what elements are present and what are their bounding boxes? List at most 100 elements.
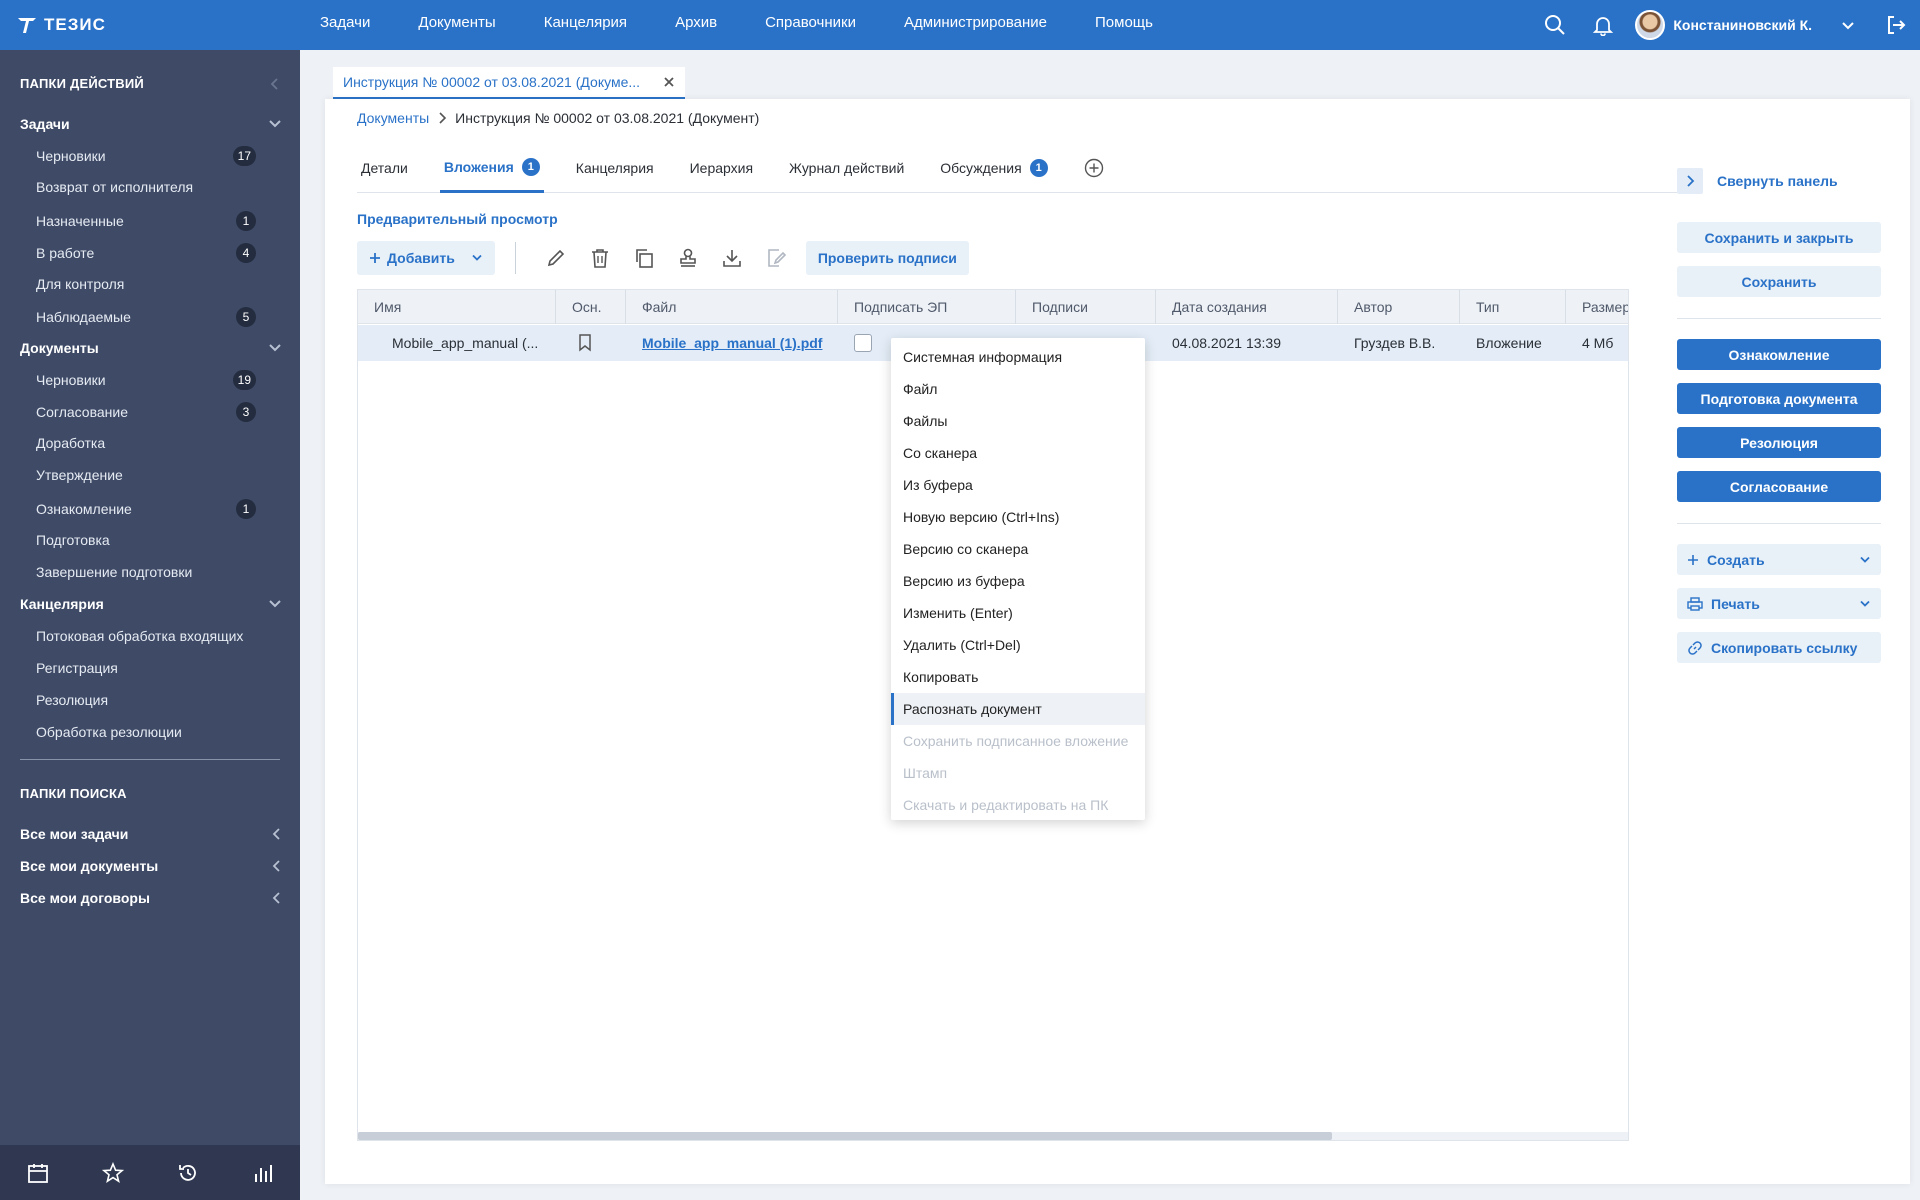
delete-icon[interactable] <box>578 241 622 275</box>
column-header-file[interactable]: Файл <box>626 290 838 324</box>
chevron-down-icon[interactable] <box>1824 0 1872 50</box>
logo[interactable]: ТЕЗИС <box>0 14 300 36</box>
check-signatures-button[interactable]: Проверить подписи <box>805 241 969 275</box>
column-header-name[interactable]: Имя <box>358 290 556 324</box>
history-icon[interactable] <box>177 1162 199 1184</box>
topnav-tasks[interactable]: Задачи <box>300 0 394 50</box>
horizontal-scrollbar[interactable] <box>358 1132 1628 1140</box>
print-dropdown[interactable]: Печать <box>1677 588 1881 619</box>
prepare-document-button[interactable]: Подготовка документа <box>1677 383 1881 414</box>
checkbox[interactable] <box>854 334 872 352</box>
logout-icon[interactable] <box>1872 0 1920 50</box>
search-icon[interactable] <box>1531 0 1579 50</box>
tab-attachments[interactable]: Вложения 1 <box>439 143 544 193</box>
column-header-main[interactable]: Осн. <box>556 290 626 324</box>
sidebar-item-revision[interactable]: Доработка <box>36 435 256 451</box>
menu-item-system-info[interactable]: Системная информация <box>891 341 1145 373</box>
reports-icon[interactable] <box>252 1162 274 1184</box>
topnav-help[interactable]: Помощь <box>1071 0 1177 50</box>
save-button[interactable]: Сохранить <box>1677 266 1881 297</box>
edit-icon[interactable] <box>534 241 578 275</box>
bookmark-icon[interactable] <box>556 325 626 361</box>
edit-document-icon[interactable] <box>754 241 798 275</box>
tab-action-log[interactable]: Журнал действий <box>785 143 908 193</box>
collapse-panel-button[interactable]: Свернуть панель <box>1677 168 1838 194</box>
sidebar-item-returned[interactable]: Возврат от исполнителя <box>36 179 256 195</box>
close-icon[interactable] <box>663 76 675 88</box>
familiarization-button[interactable]: Ознакомление <box>1677 339 1881 370</box>
sidebar-item-registration[interactable]: Регистрация <box>36 660 256 676</box>
menu-item-files[interactable]: Файлы <box>891 405 1145 437</box>
sidebar-item-finish-preparation[interactable]: Завершение подготовки <box>36 564 256 580</box>
user-name[interactable]: Констаниновский К. <box>1673 17 1812 33</box>
tab-details[interactable]: Детали <box>357 143 412 193</box>
sidebar-search-my-tasks[interactable]: Все мои задачи <box>20 826 282 842</box>
bell-icon[interactable] <box>1579 0 1627 50</box>
document-tab[interactable]: Инструкция № 00002 от 03.08.2021 (Докуме… <box>333 67 685 99</box>
sidebar-item-resolution[interactable]: Резолюция <box>36 692 256 708</box>
topnav-office[interactable]: Канцелярия <box>520 0 651 50</box>
menu-item-file[interactable]: Файл <box>891 373 1145 405</box>
sidebar-item-control[interactable]: Для контроля <box>36 276 256 292</box>
cell-file-link[interactable]: Mobile_app_manual (1).pdf <box>626 325 838 361</box>
sidebar-group-documents[interactable]: Документы <box>20 340 282 356</box>
menu-item-delete[interactable]: Удалить (Ctrl+Del) <box>891 629 1145 661</box>
collapse-sidebar-icon[interactable] <box>270 78 280 90</box>
sidebar-item-confirmation[interactable]: Утверждение <box>36 467 256 483</box>
column-header-type[interactable]: Тип <box>1460 290 1566 324</box>
save-and-close-button[interactable]: Сохранить и закрыть <box>1677 222 1881 253</box>
column-header-author[interactable]: Автор <box>1338 290 1460 324</box>
breadcrumb-root[interactable]: Документы <box>357 110 429 126</box>
sidebar-search-my-documents[interactable]: Все мои документы <box>20 858 282 874</box>
star-icon[interactable] <box>101 1161 124 1184</box>
preview-link[interactable]: Предварительный просмотр <box>357 211 558 227</box>
calendar-icon[interactable] <box>27 1162 49 1184</box>
avatar[interactable] <box>1635 10 1666 40</box>
approval-button[interactable]: Согласование <box>1677 471 1881 502</box>
menu-item-version-clipboard[interactable]: Версию из буфера <box>891 565 1145 597</box>
copy-icon[interactable] <box>622 241 666 275</box>
menu-item-version-scanner[interactable]: Версию со сканера <box>891 533 1145 565</box>
scrollbar-thumb[interactable] <box>358 1132 1332 1140</box>
sidebar-item-incoming-stream[interactable]: Потоковая обработка входящих <box>36 628 256 644</box>
menu-item-recognize[interactable]: Распознать документ <box>891 693 1145 725</box>
download-icon[interactable] <box>710 241 754 275</box>
resolution-button[interactable]: Резолюция <box>1677 427 1881 458</box>
tab-hierarchy[interactable]: Иерархия <box>686 143 757 193</box>
topnav-references[interactable]: Справочники <box>741 0 880 50</box>
tab-office[interactable]: Канцелярия <box>572 143 658 193</box>
sidebar-item-resolution-processing[interactable]: Обработка резолюции <box>36 724 256 740</box>
sidebar-item-doc-drafts[interactable]: Черновики 19 <box>36 370 256 390</box>
sidebar-item-in-progress[interactable]: В работе 4 <box>36 243 256 263</box>
sidebar-item-assigned[interactable]: Назначенные 1 <box>36 211 256 231</box>
sidebar-group-tasks[interactable]: Задачи <box>20 116 282 132</box>
sidebar-item-watched[interactable]: Наблюдаемые 5 <box>36 307 256 327</box>
column-header-signatures[interactable]: Подписи <box>1016 290 1156 324</box>
copy-link-button[interactable]: Скопировать ссылку <box>1677 632 1881 663</box>
chevron-left-icon <box>272 828 280 840</box>
add-tab-icon[interactable] <box>1080 143 1108 193</box>
sidebar-item-preparation[interactable]: Подготовка <box>36 532 256 548</box>
column-header-created[interactable]: Дата создания <box>1156 290 1338 324</box>
tab-discussions[interactable]: Обсуждения 1 <box>936 143 1051 193</box>
column-header-sign[interactable]: Подписать ЭП <box>838 290 1016 324</box>
topnav-administration[interactable]: Администрирование <box>880 0 1071 50</box>
topnav-archive[interactable]: Архив <box>651 0 741 50</box>
file-link[interactable]: Mobile_app_manual (1).pdf <box>642 335 822 351</box>
menu-item-from-clipboard[interactable]: Из буфера <box>891 469 1145 501</box>
sidebar-item-familiarization[interactable]: Ознакомление 1 <box>36 499 256 519</box>
sidebar-group-office[interactable]: Канцелярия <box>20 596 282 612</box>
column-header-size[interactable]: Размер <box>1566 290 1628 324</box>
topnav-documents[interactable]: Документы <box>394 0 519 50</box>
sidebar-search-my-contracts[interactable]: Все мои договоры <box>20 890 282 906</box>
count-badge: 5 <box>236 307 256 327</box>
sidebar-item-approval[interactable]: Согласование 3 <box>36 402 256 422</box>
menu-item-from-scanner[interactable]: Со сканера <box>891 437 1145 469</box>
add-button[interactable]: Добавить <box>357 241 495 275</box>
menu-item-edit[interactable]: Изменить (Enter) <box>891 597 1145 629</box>
sidebar-item-task-drafts[interactable]: Черновики 17 <box>36 146 256 166</box>
create-dropdown[interactable]: Создать <box>1677 544 1881 575</box>
stamp-icon[interactable] <box>666 241 710 275</box>
menu-item-new-version[interactable]: Новую версию (Ctrl+Ins) <box>891 501 1145 533</box>
menu-item-copy[interactable]: Копировать <box>891 661 1145 693</box>
